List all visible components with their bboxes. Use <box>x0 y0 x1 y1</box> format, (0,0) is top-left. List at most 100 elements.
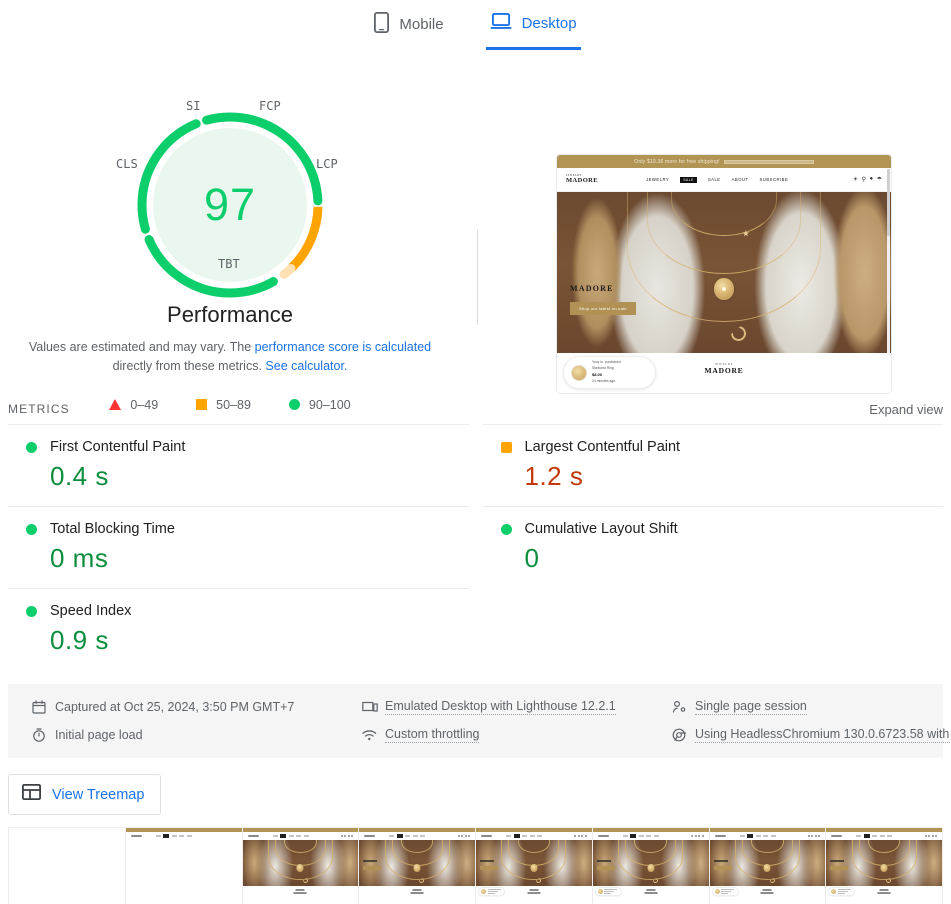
metric-speed-index[interactable]: Speed Index 0.9 s <box>8 588 469 670</box>
site-nav-link-subscribe: SUBSCRIBE <box>759 177 789 182</box>
env-throttling-text[interactable]: Custom throttling <box>385 727 480 743</box>
metric-value: 0.4 s <box>50 461 109 491</box>
gauge-axis-fcp: FCP <box>259 99 281 113</box>
site-nav-link-jewelry: JEWELRY <box>646 177 670 182</box>
filmstrip-frame[interactable] <box>242 828 360 904</box>
env-emulation: Emulated Desktop with Lighthouse 12.2.1 <box>362 695 672 719</box>
summary-divider <box>477 230 478 325</box>
env-page-load-text: Initial page load <box>55 728 143 742</box>
env-captured-at: Captured at Oct 25, 2024, 3:50 PM GMT+7 <box>32 695 362 719</box>
lighthouse-report: Mobile Desktop 97 FCP SI LCP CLS TBT Per… <box>0 0 951 904</box>
report-summary: 97 FCP SI LCP CLS TBT Performance Values… <box>0 50 951 412</box>
env-user-agent-text[interactable]: Using HeadlessChromium 130.0.6723.58 wit… <box>695 727 951 743</box>
metric-cumulative-layout-shift[interactable]: Cumulative Layout Shift 0 <box>482 506 943 588</box>
filmstrip-frame[interactable] <box>709 828 827 904</box>
site-scrollbar[interactable] <box>887 169 890 355</box>
cart-icon: ☂ <box>876 177 882 183</box>
shipping-progress-bar <box>723 159 814 164</box>
toast-time: 24 minutes ago <box>592 378 616 383</box>
filmstrip-frame[interactable] <box>826 828 942 904</box>
site-hero-title: MADORE <box>570 284 614 293</box>
triangle-icon <box>109 399 122 410</box>
view-treemap-button[interactable]: View Treemap <box>8 774 162 815</box>
tab-desktop[interactable]: Desktop <box>485 6 581 50</box>
status-dot-good-icon <box>500 523 512 535</box>
metric-name: Speed Index <box>50 603 132 619</box>
treemap-icon <box>21 783 42 805</box>
gauge-axis-lcp: LCP <box>316 157 338 171</box>
site-hero-cta: Shop our latest on sale <box>570 302 636 315</box>
metric-name: Total Blocking Time <box>50 521 175 537</box>
performance-gauge[interactable]: 97 FCP SI LCP CLS TBT <box>116 99 338 310</box>
performance-score: 97 <box>203 179 257 230</box>
site-footer-area: Yuxy in. purchased Starburst Ring $8.00 … <box>557 353 891 393</box>
site-navbar: JEWELRY MADORE JEWELRY SALE SALE ABOUT S… <box>557 168 891 192</box>
env-session: Single page session <box>672 695 951 719</box>
site-footer-logo-text: MADORE <box>704 366 744 375</box>
necklace-chain-3 <box>627 192 821 322</box>
status-dot-good-icon <box>26 605 37 617</box>
account-icon: ● <box>869 176 874 182</box>
metric-name: Cumulative Layout Shift <box>524 521 678 537</box>
site-nav-icons: ☀ ⚲ ● ☂ <box>853 176 882 183</box>
performance-score-link[interactable]: performance score is calculated <box>255 340 431 354</box>
metrics-column-right: Largest Contentful Paint 1.2 s Cumulativ… <box>482 424 943 670</box>
filmstrip-frame[interactable] <box>9 828 126 904</box>
metric-first-contentful-paint[interactable]: First Contentful Paint 0.4 s <box>8 424 469 506</box>
env-emulation-text[interactable]: Emulated Desktop with Lighthouse 12.2.1 <box>385 699 616 715</box>
score-legend: 0–49 50–89 90–100 <box>109 397 351 412</box>
disclaimer-text-middle: directly from these metrics. <box>112 358 266 373</box>
network-throttle-icon <box>362 728 377 742</box>
environment-bar: Captured at Oct 25, 2024, 3:50 PM GMT+7 … <box>8 684 951 758</box>
site-logo: JEWELRY MADORE <box>566 174 599 184</box>
legend-range-average: 50–89 <box>216 397 251 412</box>
moon-pendant-icon <box>729 324 748 343</box>
site-promo-banner: Only $10.36 more for free shipping! <box>557 155 891 168</box>
toast-text: Yuxy in. purchased Starburst Ring $8.00 … <box>592 360 621 384</box>
chrome-icon <box>672 728 686 742</box>
legend-range-good: 90–100 <box>308 397 351 412</box>
site-promo-text: Only $10.36 more for free shipping! <box>634 158 720 165</box>
see-calculator-link[interactable]: See calculator. <box>265 359 347 373</box>
tab-mobile-label: Mobile <box>399 16 444 33</box>
gauge-axis-tbt: TBT <box>218 257 240 271</box>
coin-pendant-icon <box>714 278 734 300</box>
toast-product-image <box>571 364 587 381</box>
metrics-column-left: First Contentful Paint 0.4 s Total Block… <box>8 424 469 670</box>
treemap-section: View Treemap <box>0 758 951 815</box>
square-icon <box>196 399 208 410</box>
metric-total-blocking-time[interactable]: Total Blocking Time 0 ms <box>8 506 469 588</box>
site-hero-image: MADORE Shop our latest on sale <box>557 192 891 353</box>
gauge-axis-si: SI <box>186 99 201 113</box>
site-logo-text: MADORE <box>566 176 599 184</box>
desktop-icon <box>490 12 512 34</box>
filmstrip-frame[interactable] <box>359 828 476 904</box>
metric-value: 1.2 s <box>524 461 584 491</box>
legend-range-poor: 0–49 <box>130 397 159 412</box>
legend-item-average: 50–89 <box>196 398 251 412</box>
tab-desktop-label: Desktop <box>521 14 577 32</box>
filmstrip-frame[interactable] <box>125 828 243 904</box>
filmstrip-frame[interactable] <box>476 828 593 904</box>
stopwatch-icon <box>32 728 46 742</box>
metric-largest-contentful-paint[interactable]: Largest Contentful Paint 1.2 s <box>482 424 943 506</box>
filmstrip-frame[interactable] <box>592 828 710 904</box>
purchase-toast: Yuxy in. purchased Starburst Ring $8.00 … <box>563 356 656 389</box>
tab-mobile[interactable]: Mobile <box>370 6 447 53</box>
score-disclaimer: Values are estimated and may vary. The p… <box>20 338 440 376</box>
expand-view-toggle[interactable]: Expand view <box>869 402 943 417</box>
status-dot-good-icon <box>26 441 37 453</box>
form-factor-tabs: Mobile Desktop <box>0 0 951 50</box>
metric-value: 0 <box>524 543 540 573</box>
view-treemap-label: View Treemap <box>52 786 145 803</box>
site-nav-badge: SALE <box>680 176 697 183</box>
calendar-icon <box>32 700 46 714</box>
mobile-icon <box>374 11 390 37</box>
gauge-axis-cls: CLS <box>116 157 138 171</box>
site-nav-link-sale: SALE <box>707 177 721 182</box>
env-session-text[interactable]: Single page session <box>695 699 807 715</box>
metrics-grid: First Contentful Paint 0.4 s Total Block… <box>0 424 951 670</box>
legend-item-good: 90–100 <box>288 397 351 412</box>
final-screenshot: Only $10.36 more for free shipping! JEWE… <box>556 154 892 394</box>
env-user-agent: Using HeadlessChromium 130.0.6723.58 wit… <box>672 723 951 747</box>
